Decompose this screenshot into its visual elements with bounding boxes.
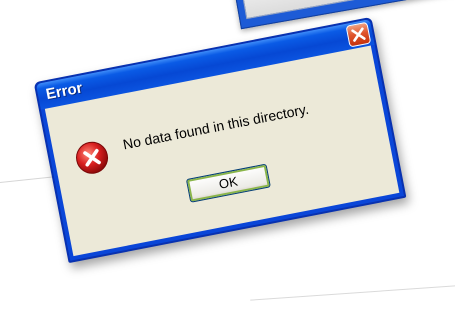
background-line (250, 284, 455, 301)
close-button[interactable] (345, 21, 372, 48)
close-icon (351, 27, 366, 42)
error-dialog: Error No data found in this directory. O… (33, 16, 407, 264)
dialog-title: Error (44, 79, 84, 104)
error-message: No data found in this directory. (121, 100, 310, 153)
ok-button[interactable]: OK (185, 163, 271, 203)
screenshot-scene: Error No data found in this directory. O… (0, 0, 455, 313)
error-icon (76, 141, 109, 174)
